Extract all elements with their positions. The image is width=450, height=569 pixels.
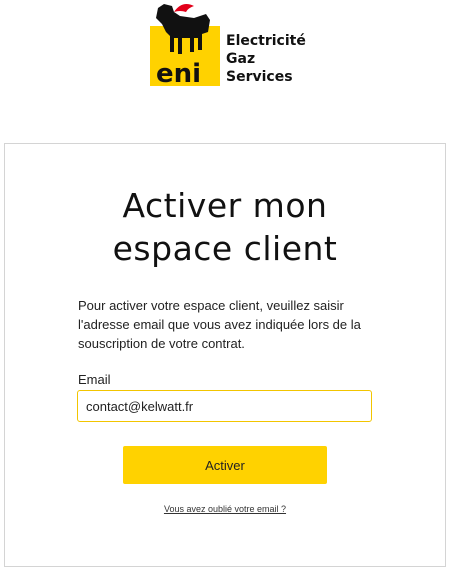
eni-wordmark: eni bbox=[156, 59, 201, 86]
email-field[interactable] bbox=[77, 390, 372, 422]
page-title: Activer mon espace client bbox=[5, 184, 445, 270]
tagline-line: Gaz bbox=[226, 51, 256, 67]
tagline-line: Services bbox=[226, 69, 293, 85]
activate-button[interactable]: Activer bbox=[123, 446, 327, 484]
intro-text: Pour activer votre espace client, veuill… bbox=[78, 298, 361, 351]
email-label: Email bbox=[78, 372, 111, 387]
title-line: espace client bbox=[112, 229, 338, 268]
tagline-line: Electricité bbox=[226, 33, 306, 49]
page-header: eni Electricité Gaz Services bbox=[0, 0, 450, 140]
title-line: Activer mon bbox=[122, 186, 328, 225]
forgot-email-link[interactable]: Vous avez oublié votre email ? bbox=[5, 504, 445, 514]
six-legged-dog-logo-icon: eni bbox=[150, 4, 220, 86]
activation-card: Activer mon espace client Pour activer v… bbox=[4, 143, 446, 567]
eni-logo: eni Electricité Gaz Services bbox=[150, 2, 306, 86]
brand-tagline: Electricité Gaz Services bbox=[226, 32, 306, 86]
